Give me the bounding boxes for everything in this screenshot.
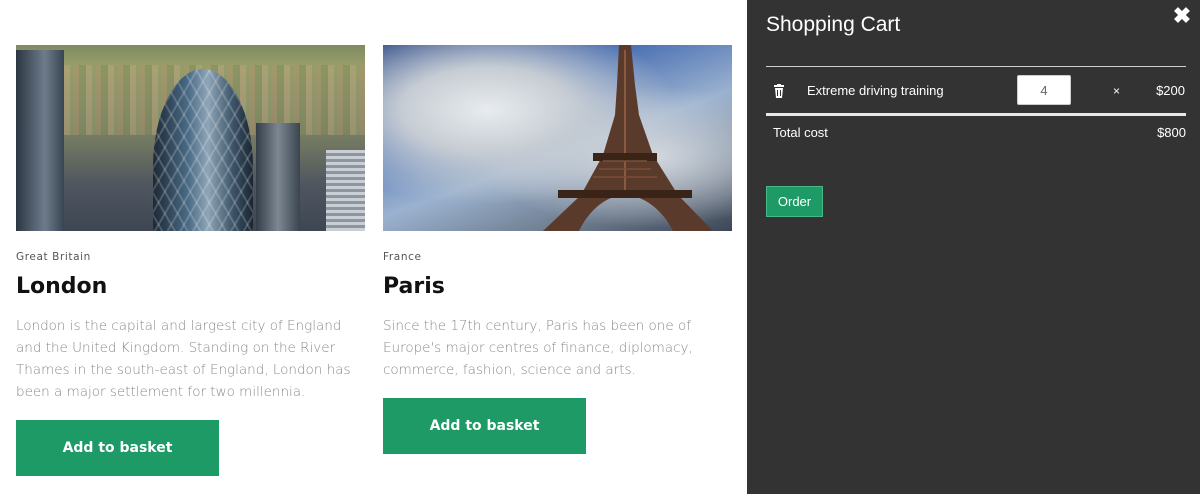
product-title: Paris <box>383 274 445 299</box>
product-card-london: Great Britain London London is the capit… <box>16 45 365 476</box>
close-icon[interactable]: ✖ <box>1171 4 1193 28</box>
product-description: London is the capital and largest city o… <box>16 318 351 400</box>
cart-divider <box>766 66 1186 67</box>
cart-total-divider <box>766 113 1186 116</box>
tower-left-shape <box>16 50 64 231</box>
product-title: London <box>16 274 108 299</box>
total-cost-value: $800 <box>1157 125 1186 140</box>
total-cost-label: Total cost <box>773 125 828 140</box>
product-country: France <box>383 251 422 263</box>
trash-icon[interactable] <box>773 84 785 98</box>
add-to-basket-button[interactable]: Add to basket <box>16 420 219 476</box>
order-button[interactable]: Order <box>766 186 823 217</box>
london-image <box>16 45 365 231</box>
tower-mid-shape <box>256 123 300 231</box>
paris-image <box>383 45 732 231</box>
product-description: Since the 17th century, Paris has been o… <box>383 318 693 378</box>
cart-item-row: Extreme driving training × $200 <box>766 72 1186 110</box>
add-to-basket-button[interactable]: Add to basket <box>383 398 586 454</box>
eiffel-tower-shape <box>543 45 713 231</box>
quantity-input[interactable] <box>1017 75 1071 105</box>
cart-title: Shopping Cart <box>766 13 901 36</box>
product-card-paris: France Paris Since the 17th century, Par… <box>383 45 732 454</box>
cart-item-name: Extreme driving training <box>807 83 944 98</box>
shopping-cart-panel: Shopping Cart ✖ Extreme driving training… <box>747 0 1200 494</box>
product-country: Great Britain <box>16 251 91 263</box>
cart-item-price: $200 <box>1156 83 1185 98</box>
tower-right-shape <box>326 150 365 231</box>
multiply-sign: × <box>1113 84 1121 98</box>
